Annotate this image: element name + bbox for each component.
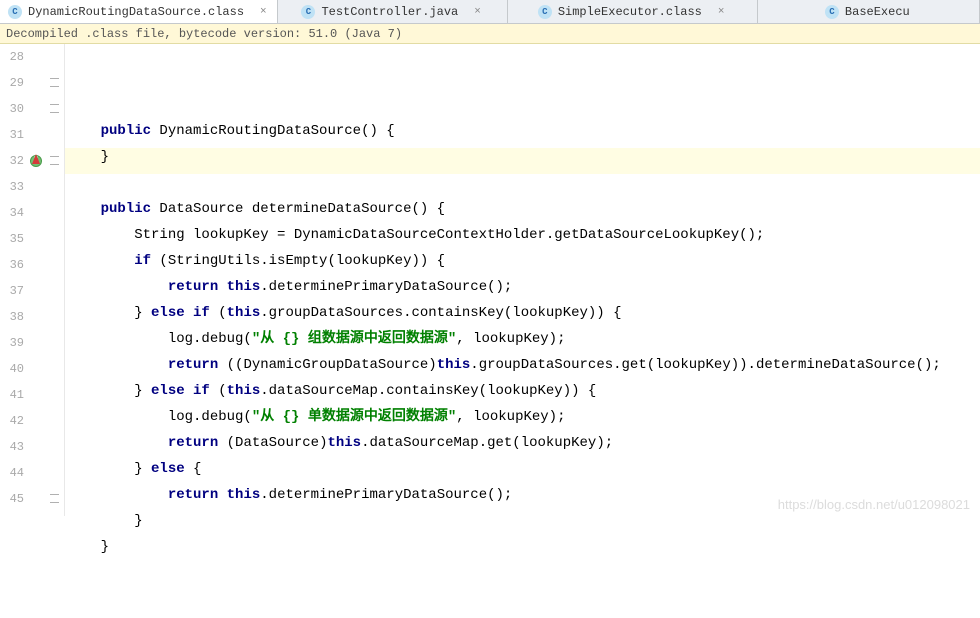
class-icon: C	[825, 5, 839, 19]
line-number: 30	[0, 96, 24, 122]
editor-area[interactable]: 282930313233343536373839404142434445 I p…	[0, 44, 980, 516]
line-number: 43	[0, 434, 24, 460]
line-number: 44	[0, 460, 24, 486]
code-line[interactable]: } else if (this.groupDataSources.contain…	[67, 300, 980, 326]
code-line[interactable]: return this.determinePrimaryDataSource()…	[67, 274, 980, 300]
close-icon[interactable]: ×	[474, 6, 481, 18]
code-line[interactable]	[67, 560, 980, 586]
class-icon: C	[538, 5, 552, 19]
close-icon[interactable]: ×	[260, 6, 267, 18]
line-number: 41	[0, 382, 24, 408]
fold-collapse-icon[interactable]	[50, 104, 59, 113]
tab-label: TestController.java	[321, 5, 458, 19]
code-line[interactable]: log.debug("从 {} 单数据源中返回数据源", lookupKey);	[67, 404, 980, 430]
code-line[interactable]: }	[67, 534, 980, 560]
code-line[interactable]: } else {	[67, 456, 980, 482]
line-number: 36	[0, 252, 24, 278]
code-line[interactable]	[67, 92, 980, 118]
code-line[interactable]: return (DataSource)this.dataSourceMap.ge…	[67, 430, 980, 456]
line-number: 45	[0, 486, 24, 512]
line-number: 37	[0, 278, 24, 304]
tab-test-controller[interactable]: C TestController.java ×	[278, 0, 508, 23]
fold-gutter	[46, 44, 64, 516]
change-marker-icon	[32, 154, 40, 164]
tab-dynamic-routing[interactable]: C DynamicRoutingDataSource.class ×	[0, 0, 278, 23]
class-icon: C	[301, 5, 315, 19]
line-number: 33	[0, 174, 24, 200]
code-line[interactable]: }	[67, 144, 980, 170]
code-line[interactable]: return this.determinePrimaryDataSource()…	[67, 482, 980, 508]
code-line[interactable]: return ((DynamicGroupDataSource)this.gro…	[67, 352, 980, 378]
tab-label: BaseExecu	[845, 5, 910, 19]
marker-gutter: I	[28, 44, 46, 516]
code-line[interactable]: if (StringUtils.isEmpty(lookupKey)) {	[67, 248, 980, 274]
code-line[interactable]: log.debug("从 {} 组数据源中返回数据源", lookupKey);	[67, 326, 980, 352]
fold-expand-icon[interactable]	[50, 156, 59, 165]
line-number: 35	[0, 226, 24, 252]
line-number: 29	[0, 70, 24, 96]
tab-base-executor[interactable]: C BaseExecu	[758, 0, 980, 23]
decompiled-banner: Decompiled .class file, bytecode version…	[0, 24, 980, 44]
line-number: 42	[0, 408, 24, 434]
class-icon: C	[8, 5, 22, 19]
code-content[interactable]: public DynamicRoutingDataSource() { } pu…	[64, 44, 980, 516]
line-number: 40	[0, 356, 24, 382]
fold-collapse-icon[interactable]	[50, 494, 59, 503]
line-number: 28	[0, 44, 24, 70]
line-number: 32	[0, 148, 24, 174]
code-line[interactable]: public DynamicRoutingDataSource() {	[67, 118, 980, 144]
tab-label: DynamicRoutingDataSource.class	[28, 5, 244, 19]
close-icon[interactable]: ×	[718, 6, 725, 18]
line-number-gutter: 282930313233343536373839404142434445	[0, 44, 28, 516]
line-number: 31	[0, 122, 24, 148]
code-line[interactable]: String lookupKey = DynamicDataSourceCont…	[67, 222, 980, 248]
line-number: 39	[0, 330, 24, 356]
fold-expand-icon[interactable]	[50, 78, 59, 87]
code-line[interactable]: public DataSource determineDataSource() …	[67, 196, 980, 222]
tab-label: SimpleExecutor.class	[558, 5, 702, 19]
tab-simple-executor[interactable]: C SimpleExecutor.class ×	[508, 0, 758, 23]
editor-tabs: C DynamicRoutingDataSource.class × C Tes…	[0, 0, 980, 24]
code-line[interactable]: }	[67, 508, 980, 534]
line-number: 38	[0, 304, 24, 330]
code-line[interactable]: } else if (this.dataSourceMap.containsKe…	[67, 378, 980, 404]
code-line[interactable]	[67, 170, 980, 196]
line-number: 34	[0, 200, 24, 226]
